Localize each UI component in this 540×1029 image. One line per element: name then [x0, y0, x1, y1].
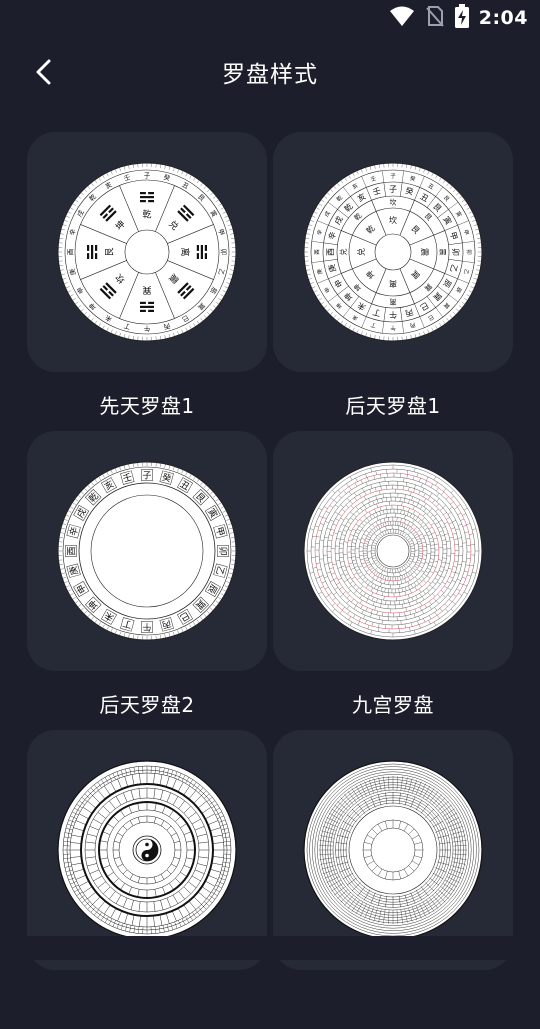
svg-text:离: 离 [179, 247, 191, 256]
compass-houtian-1-image: 子癸丑艮寅甲卯乙辰巽巳丙午丁未坤申庚酉辛戌乾亥壬子癸丑艮寅甲卯乙辰巽巳丙午丁未坤… [303, 162, 483, 342]
compass-taiji-image [57, 760, 237, 940]
compass-glyph: 子 [389, 185, 397, 194]
status-time: 2:04 [479, 7, 528, 29]
compass-card-houtian-2[interactable]: 子癸丑艮寅甲卯乙辰巽巳丙午丁未坤申庚酉辛戌乾亥壬 [27, 431, 267, 671]
compass-glyph: 酉 [66, 248, 74, 255]
compass-option: 九宫罗盘 [273, 431, 513, 730]
compass-glyph: 艮 [104, 247, 115, 256]
compass-jiugong-image [303, 461, 483, 641]
compass-card-taiji[interactable] [27, 730, 267, 970]
compass-card-houtian-1[interactable]: 子癸丑艮寅甲卯乙辰巽巳丙午丁未坤申庚酉辛戌乾亥壬子癸丑艮寅甲卯乙辰巽巳丙午丁未坤… [273, 132, 513, 372]
svg-text:乾: 乾 [142, 208, 151, 220]
compass-glyph: 子 [390, 173, 396, 180]
page-title: 罗盘样式 [222, 55, 318, 89]
svg-text:卯: 卯 [220, 249, 229, 256]
battery-charging-icon [455, 4, 469, 32]
compass-option: 子癸丑艮寅甲卯乙辰巽巳丙午丁未坤申庚酉辛戌乾亥壬子癸丑艮寅甲卯乙辰巽巳丙午丁未坤… [273, 132, 513, 431]
compass-glyph: 卯 [451, 248, 460, 256]
compass-glyph: 离 [389, 279, 397, 289]
compass-glyph: 乾 [142, 208, 151, 220]
compass-glyph: 午 [143, 325, 150, 334]
compass-glyph: 午 [389, 310, 397, 320]
compass-label: 九宫罗盘 [352, 689, 434, 718]
compass-glyph: 卯 [217, 545, 229, 556]
svg-text:兑: 兑 [339, 249, 348, 256]
svg-text:子: 子 [390, 173, 396, 180]
compass-label: 后天罗盘2 [99, 689, 194, 718]
svg-text:午: 午 [390, 324, 396, 332]
compass-glyph: 震 [438, 249, 446, 256]
svg-text:坎: 坎 [389, 215, 397, 225]
compass-glyph: 坎 [390, 198, 397, 207]
compass-glyph: 坎 [389, 215, 397, 225]
svg-text:卯: 卯 [451, 248, 460, 256]
compass-option: 子癸丑艮寅甲卯乙辰巽巳丙午丁未坤申庚酉辛戌乾亥壬乾兑离震巽坎艮坤 先天罗盘1 [27, 132, 267, 431]
compass-glyph: 酉 [326, 248, 335, 256]
header: 罗盘样式 [0, 44, 540, 100]
chevron-left-icon [34, 58, 54, 86]
compass-glyph: 午 [390, 324, 396, 332]
compass-glyph: 巽 [142, 284, 151, 295]
compass-card-jiugong[interactable] [273, 431, 513, 671]
compass-xiantian-1-image: 子癸丑艮寅甲卯乙辰巽巳丙午丁未坤申庚酉辛戌乾亥壬乾兑离震巽坎艮坤 [57, 162, 237, 342]
compass-glyph: 离 [390, 297, 397, 306]
svg-text:卯: 卯 [465, 249, 473, 255]
svg-text:坎: 坎 [390, 198, 397, 207]
svg-text:午: 午 [143, 325, 150, 334]
compass-glyph: 子 [144, 171, 151, 179]
svg-text:酉: 酉 [66, 546, 77, 555]
bottom-edge [0, 936, 540, 960]
compass-glyph: 酉 [314, 249, 321, 255]
svg-text:离: 离 [390, 297, 397, 306]
compass-card-xiantian-1[interactable]: 子癸丑艮寅甲卯乙辰巽巳丙午丁未坤申庚酉辛戌乾亥壬乾兑离震巽坎艮坤 [27, 132, 267, 372]
svg-text:酉: 酉 [314, 249, 321, 255]
compass-glyph: 震 [420, 248, 429, 256]
status-bar: 2:04 [0, 0, 540, 36]
compass-glyph: 卯 [465, 249, 473, 255]
svg-text:午: 午 [389, 310, 397, 320]
no-sim-icon [425, 5, 445, 31]
svg-text:巽: 巽 [142, 284, 151, 295]
svg-text:酉: 酉 [66, 248, 74, 255]
svg-text:卯: 卯 [217, 546, 228, 555]
compass-option: 子癸丑艮寅甲卯乙辰巽巳丙午丁未坤申庚酉辛戌乾亥壬 后天罗盘2 [27, 431, 267, 730]
compass-label: 先天罗盘1 [99, 390, 194, 419]
compass-glyph: 兑 [356, 248, 366, 256]
wifi-icon [389, 5, 415, 31]
compass-glyph: 离 [179, 247, 191, 256]
compass-glyph: 卯 [220, 249, 229, 256]
svg-text:子: 子 [144, 171, 151, 179]
compass-label: 后天罗盘1 [345, 390, 440, 419]
compass-houtian-2-image: 子癸丑艮寅甲卯乙辰巽巳丙午丁未坤申庚酉辛戌乾亥壬 [57, 461, 237, 641]
compass-card-rings[interactable] [273, 730, 513, 970]
svg-text:震: 震 [438, 249, 446, 256]
back-button[interactable] [22, 52, 66, 92]
svg-text:子: 子 [142, 470, 151, 481]
compass-option [273, 730, 513, 1029]
compass-option [27, 730, 267, 1029]
svg-text:兑: 兑 [356, 248, 366, 256]
compass-glyph: 子 [141, 469, 152, 481]
svg-text:午: 午 [142, 621, 151, 633]
svg-text:离: 离 [389, 279, 397, 289]
svg-text:震: 震 [420, 248, 429, 256]
compass-glyph: 午 [141, 621, 152, 633]
svg-text:子: 子 [389, 185, 397, 194]
compass-style-grid: 子癸丑艮寅甲卯乙辰巽巳丙午丁未坤申庚酉辛戌乾亥壬乾兑离震巽坎艮坤 先天罗盘1 子… [27, 132, 513, 1029]
svg-text:艮: 艮 [104, 247, 115, 256]
svg-text:酉: 酉 [326, 248, 335, 256]
compass-rings-image [303, 760, 483, 940]
compass-glyph: 酉 [65, 545, 77, 556]
compass-glyph: 兑 [339, 249, 348, 256]
